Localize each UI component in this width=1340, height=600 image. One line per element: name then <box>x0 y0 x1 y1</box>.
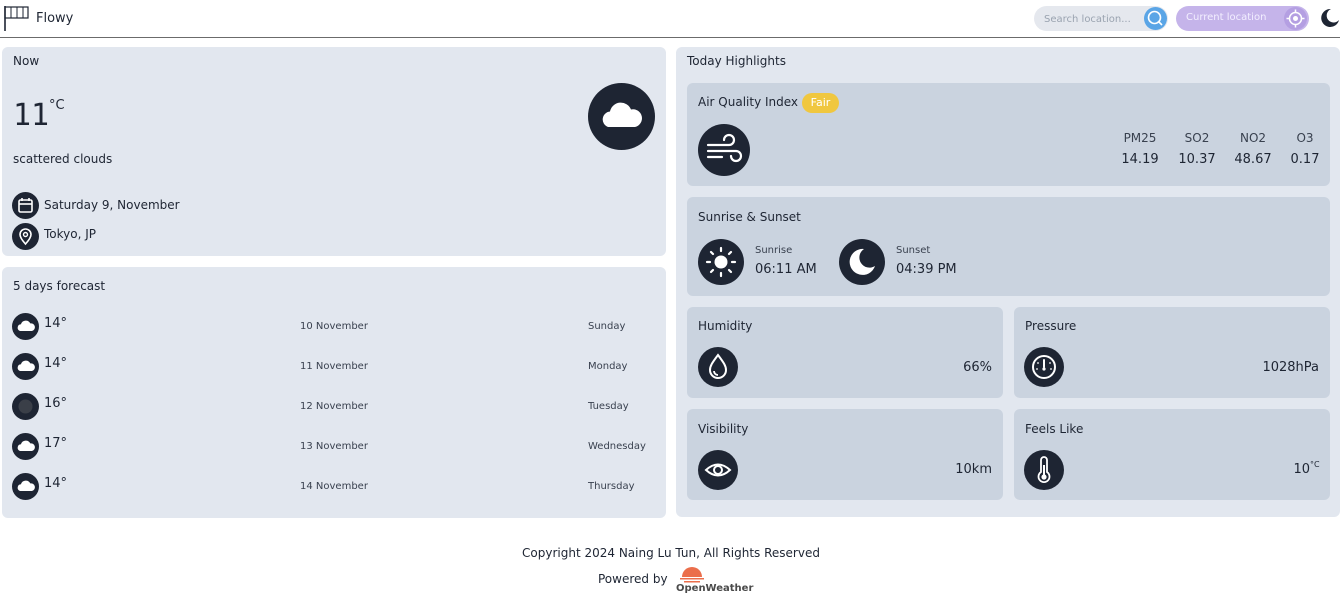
forecast-icon <box>12 433 39 460</box>
moon-icon <box>849 248 875 275</box>
air-quality-title: Air Quality Index <box>698 95 799 109</box>
now-title: Now <box>13 54 40 68</box>
forecast-title: 5 days forecast <box>13 279 106 293</box>
calendar-icon-wrap <box>12 192 39 219</box>
search-button[interactable] <box>1144 7 1167 30</box>
temperature-unit: °C <box>49 98 65 113</box>
humidity-value: 66% <box>963 360 992 375</box>
aqi-label-pm25: PM25 <box>1123 131 1157 145</box>
forecast-day: Wednesday <box>588 441 646 452</box>
wind-icon <box>706 133 743 163</box>
location-pin-icon <box>19 228 32 246</box>
current-location-label: Current location <box>1186 12 1267 23</box>
powered-by-label: Powered by <box>598 572 668 586</box>
sun-icon <box>705 246 737 278</box>
cloud-icon <box>602 102 642 127</box>
forecast-temperature: 16° <box>44 396 68 411</box>
sun-title: Sunrise & Sunset <box>698 210 801 224</box>
humidity-icon-wrap <box>698 347 738 387</box>
search-input[interactable] <box>1044 12 1140 26</box>
forecast-date: 10 November <box>300 321 368 332</box>
pressure-title: Pressure <box>1025 319 1077 333</box>
openweather-logo-text[interactable]: OpenWeather <box>676 583 753 594</box>
copyright-text: Copyright 2024 Naing Lu Tun, All Rights … <box>522 546 820 560</box>
weather-icon <box>588 83 655 150</box>
forecast-date: 14 November <box>300 481 368 492</box>
aqi-value-o3: 0.17 <box>1290 152 1320 167</box>
aqi-value-pm25: 14.19 <box>1121 152 1159 167</box>
forecast-date: 12 November <box>300 401 368 412</box>
weather-description: scattered clouds <box>13 152 113 166</box>
dark-mode-moon-icon[interactable] <box>1318 7 1340 29</box>
feels-like-value: 10 <box>1293 462 1310 477</box>
forecast-icon <box>12 353 39 380</box>
eye-icon <box>704 463 732 477</box>
cloud-icon <box>17 360 35 371</box>
pressure-icon-wrap <box>1024 347 1064 387</box>
forecast-temperature: 17° <box>44 436 68 451</box>
top-bar: Flowy Current location <box>0 0 1340 38</box>
aqi-label-o3: O3 <box>1296 131 1314 145</box>
forecast-temperature: 14° <box>44 476 68 491</box>
sunrise-time: 06:11 AM <box>755 262 817 277</box>
current-temperature: 11 <box>13 98 50 133</box>
visibility-title: Visibility <box>698 422 749 436</box>
gauge-icon <box>1032 355 1056 379</box>
air-quality-badge: Fair <box>802 93 839 113</box>
aqi-label-so2: SO2 <box>1184 131 1210 145</box>
brand-name[interactable]: Flowy <box>36 11 73 26</box>
flag-logo-icon[interactable] <box>2 4 30 32</box>
search-icon <box>1147 10 1163 26</box>
pressure-value: 1028hPa <box>1262 360 1319 375</box>
sunset-time: 04:39 PM <box>896 262 957 277</box>
highlights-title: Today Highlights <box>687 54 786 68</box>
crosshair-icon <box>1286 9 1305 28</box>
humidity-title: Humidity <box>698 319 753 333</box>
forecast-icon <box>12 473 39 500</box>
sunrise-label: Sunrise <box>755 245 793 256</box>
forecast-day: Sunday <box>588 321 626 332</box>
cloud-icon <box>17 440 35 451</box>
feels-like-unit: °C <box>1310 460 1320 469</box>
forecast-day: Tuesday <box>588 401 629 412</box>
moon-icon-wrap <box>839 239 885 285</box>
forecast-date: 11 November <box>300 361 368 372</box>
visibility-value: 10km <box>955 462 992 477</box>
forecast-date: 13 November <box>300 441 368 452</box>
current-date: Saturday 9, November <box>44 198 180 212</box>
calendar-icon <box>18 198 33 213</box>
forecast-temperature: 14° <box>44 316 68 331</box>
forecast-day: Monday <box>588 361 628 372</box>
aqi-label-no2: NO2 <box>1239 131 1267 145</box>
forecast-icon <box>12 313 39 340</box>
aqi-value-no2: 48.67 <box>1234 152 1272 167</box>
visibility-icon-wrap <box>698 450 738 490</box>
overcast-icon <box>18 399 33 414</box>
feels-like-icon-wrap <box>1024 450 1064 490</box>
forecast-temperature: 14° <box>44 356 68 371</box>
sunset-label: Sunset <box>896 245 931 256</box>
location-icon-wrap <box>12 223 39 250</box>
cloud-icon <box>17 480 35 491</box>
locate-button[interactable] <box>1284 7 1307 30</box>
water-drop-icon <box>708 353 728 379</box>
feels-like-title: Feels Like <box>1025 422 1084 436</box>
forecast-icon <box>12 393 39 420</box>
cloud-icon <box>17 320 35 331</box>
forecast-day: Thursday <box>588 481 635 492</box>
openweather-logo-icon[interactable] <box>678 565 706 583</box>
aqi-value-so2: 10.37 <box>1178 152 1216 167</box>
thermometer-icon <box>1037 456 1051 483</box>
wind-icon-wrap <box>698 124 750 176</box>
sun-icon-wrap <box>698 239 744 285</box>
current-location: Tokyo, JP <box>44 227 97 241</box>
